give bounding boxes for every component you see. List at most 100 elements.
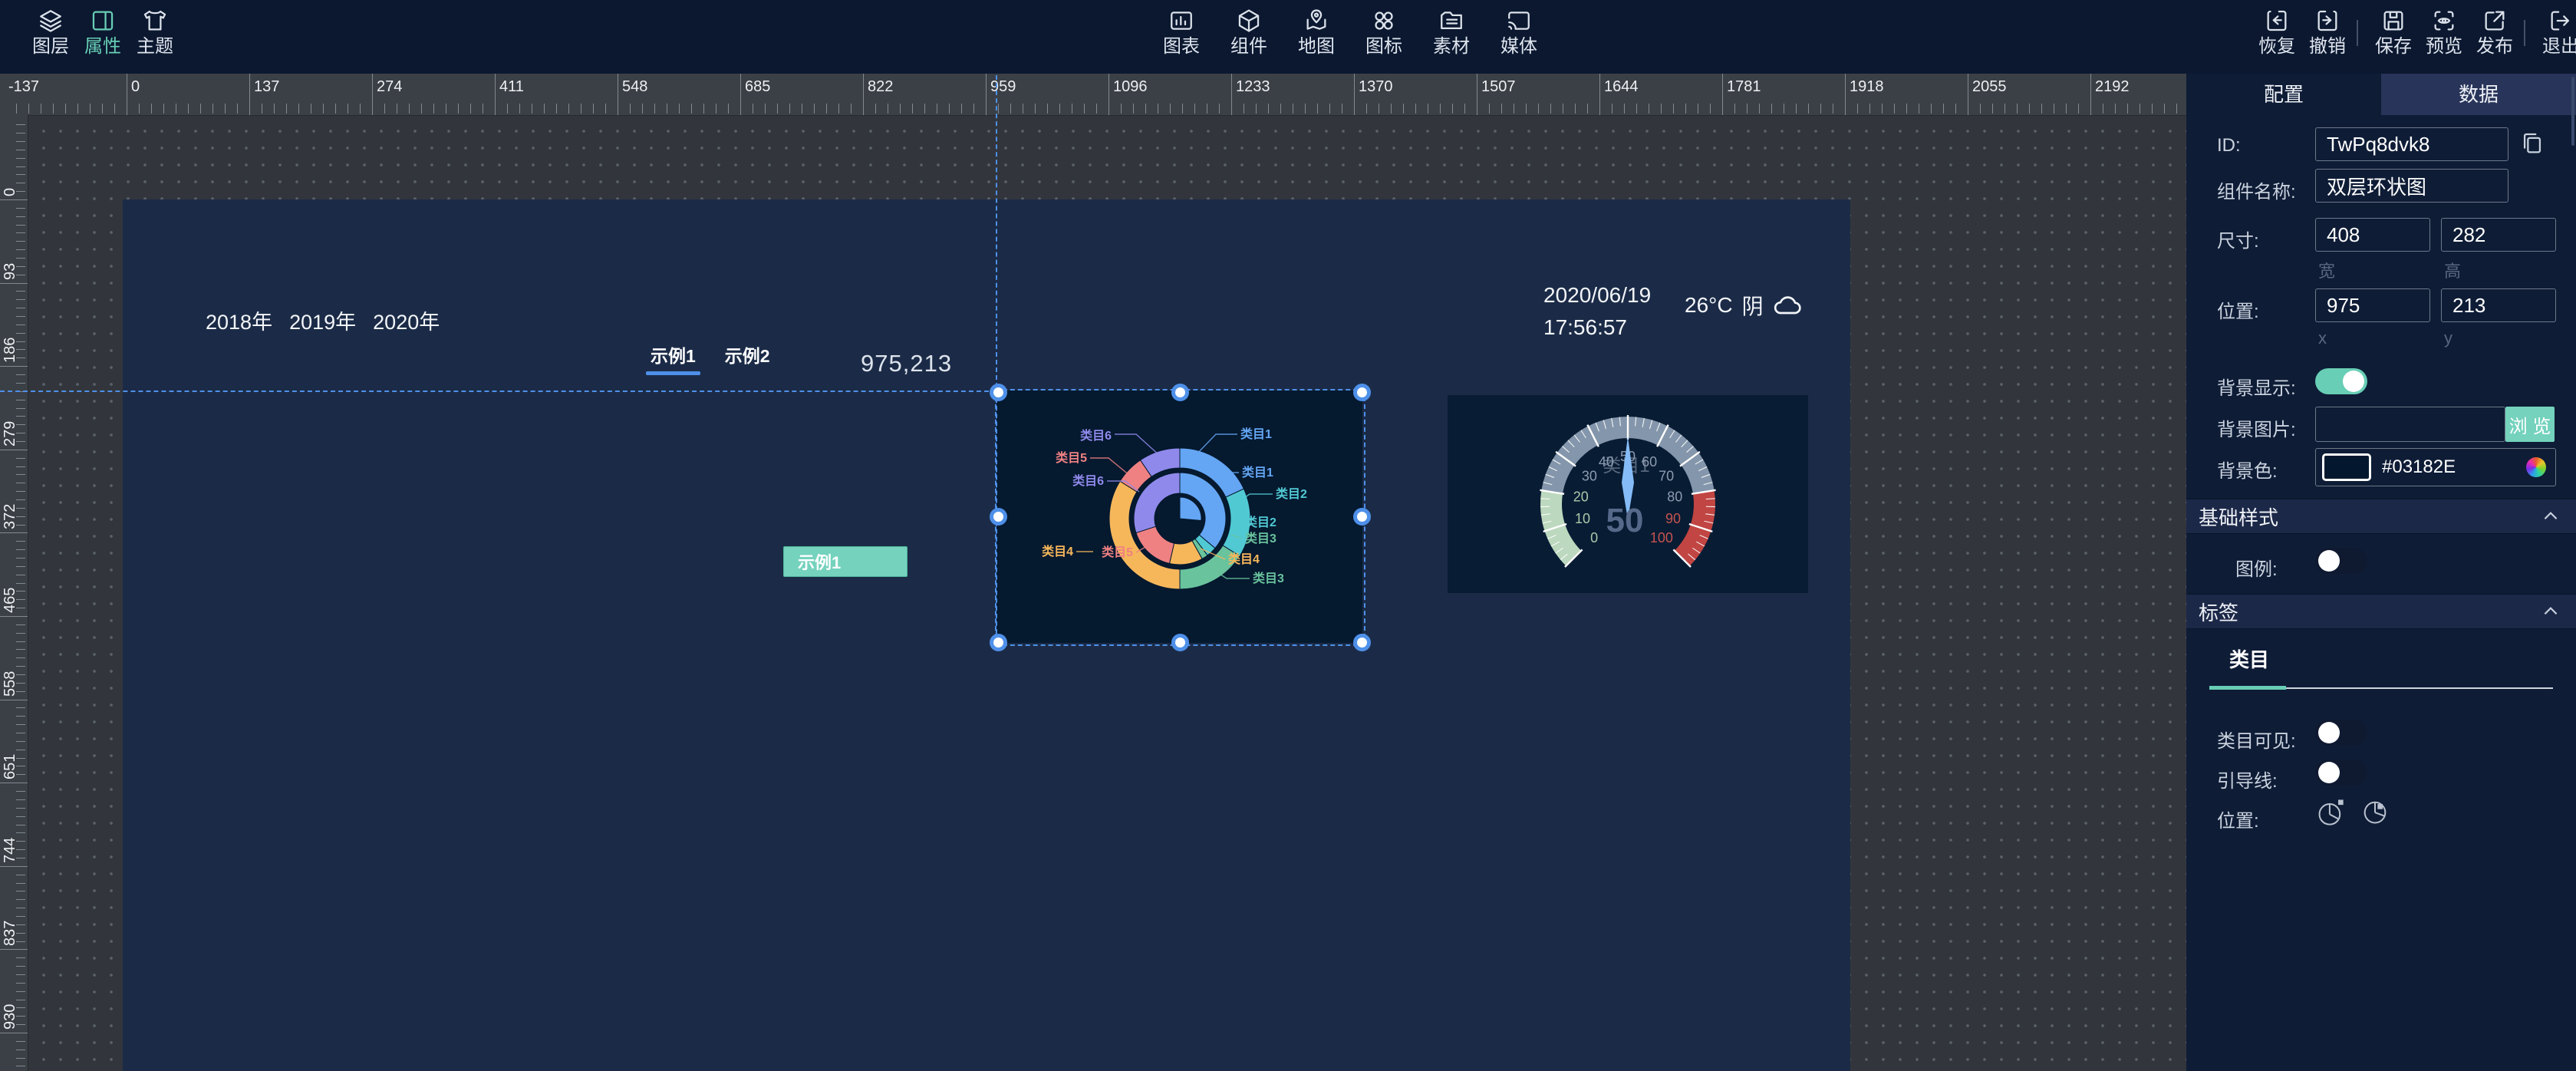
resize-handle-ne[interactable] — [1353, 384, 1371, 401]
ruler-tick — [1599, 74, 1600, 115]
section-tag[interactable]: 标签 — [2186, 594, 2576, 629]
demo-tab-2[interactable]: 示例2 — [725, 341, 770, 375]
ruler-tick — [274, 104, 275, 114]
ruler-tick — [16, 924, 25, 925]
ruler-tick — [16, 141, 25, 142]
weather-widget[interactable]: 26°C 阴 — [1685, 290, 1804, 321]
component-name-input[interactable] — [2315, 169, 2508, 203]
action-publish[interactable]: 发布 — [2462, 8, 2527, 69]
color-hex-value: #03182E — [2382, 456, 2526, 478]
ruler-tick — [16, 641, 25, 642]
save-icon — [2380, 8, 2406, 34]
ruler-tick — [16, 474, 25, 475]
resize-handle-w[interactable] — [990, 508, 1007, 526]
ruler-label: 1781 — [1727, 78, 1761, 96]
position-y-input[interactable] — [2441, 288, 2556, 322]
copy-id-icon[interactable] — [2519, 130, 2545, 157]
tool-media[interactable]: 媒体 — [1487, 8, 1551, 69]
ruler-tick — [16, 649, 25, 650]
ruler-tick — [16, 208, 25, 209]
resize-handle-sw[interactable] — [990, 634, 1007, 651]
id-input[interactable] — [2315, 127, 2508, 161]
action-redo-label: 恢复 — [2258, 37, 2295, 57]
bg-show-toggle[interactable] — [2315, 368, 2367, 394]
properties-panel-icon — [90, 8, 116, 34]
tool-icons[interactable]: 图标 — [1352, 8, 1416, 69]
size-height-input[interactable] — [2441, 218, 2556, 252]
tab-config[interactable]: 配置 — [2186, 74, 2381, 115]
svg-text:30: 30 — [1582, 469, 1597, 484]
label-position-inside-icon[interactable] — [2360, 796, 2390, 827]
tool-theme[interactable]: 主题 — [123, 8, 187, 69]
toolbar-divider — [2357, 20, 2358, 46]
ruler-tick — [16, 591, 25, 592]
section-basic-style[interactable]: 基础样式 — [2186, 499, 2576, 534]
category-subtab[interactable]: 类目 — [2229, 644, 2269, 673]
horizontal-ruler[interactable]: -137013727441154868582295910961233137015… — [0, 74, 2186, 116]
tool-charts[interactable]: 图表 — [1149, 8, 1214, 69]
bg-image-input[interactable] — [2315, 407, 2505, 442]
ruler-tick — [16, 558, 25, 559]
ruler-tick — [544, 104, 545, 114]
position-x-input[interactable] — [2315, 288, 2430, 322]
undo-icon — [2314, 8, 2340, 34]
ruler-tick — [16, 966, 25, 967]
legend-toggle[interactable] — [2315, 548, 2367, 574]
browse-button[interactable]: 浏 览 — [2505, 407, 2555, 442]
ruler-tick — [16, 349, 25, 350]
size-height-sublabel: 高 — [2444, 258, 2461, 282]
ruler-tick — [384, 104, 385, 114]
ruler-tick — [360, 104, 361, 114]
guide-line-toggle[interactable] — [2315, 760, 2367, 786]
panel-scrollbar-thumb[interactable] — [2571, 77, 2574, 146]
ruler-tick — [1722, 74, 1723, 115]
toggle-knob — [2318, 550, 2340, 572]
resize-handle-e[interactable] — [1353, 508, 1371, 526]
color-wheel-icon[interactable] — [2526, 457, 2546, 477]
ruler-tick — [249, 74, 250, 115]
size-width-input[interactable] — [2315, 218, 2430, 252]
ruler-tick — [16, 916, 25, 917]
year-item[interactable]: 2019年 — [289, 305, 356, 335]
tool-charts-label: 图表 — [1163, 37, 1200, 57]
demo-tab-1[interactable]: 示例1 — [651, 341, 696, 375]
ruler-tick — [16, 241, 25, 242]
id-label: ID: — [2217, 135, 2241, 157]
resize-handle-n[interactable] — [1171, 384, 1189, 401]
demo-tabs-widget[interactable]: 示例1 示例2 — [651, 341, 770, 375]
category-visible-toggle[interactable] — [2315, 720, 2367, 746]
tool-map[interactable]: 地图 — [1284, 8, 1349, 69]
chevron-up-icon — [2541, 506, 2561, 526]
ruler-tick — [65, 104, 66, 114]
action-exit[interactable]: 退出 — [2528, 8, 2576, 69]
ruler-tick — [1317, 104, 1318, 114]
tool-components[interactable]: 组件 — [1217, 8, 1281, 69]
year-selector-widget[interactable]: 2018年 2019年 2020年 — [206, 305, 440, 335]
ruler-tick — [1501, 104, 1502, 114]
resize-handle-s[interactable] — [1171, 634, 1189, 651]
color-swatch[interactable] — [2322, 453, 2371, 481]
action-undo[interactable]: 撤销 — [2295, 8, 2360, 69]
resize-handle-nw[interactable] — [990, 384, 1007, 401]
ruler-tick — [16, 683, 25, 684]
year-item[interactable]: 2018年 — [206, 305, 272, 335]
tab-data[interactable]: 数据 — [2381, 74, 2576, 115]
sample-button-widget[interactable]: 示例1 — [783, 546, 908, 577]
ruler-tick — [1182, 104, 1183, 114]
ruler-tick — [1771, 104, 1772, 114]
ruler-tick — [2041, 104, 2042, 114]
ruler-tick — [826, 104, 827, 114]
svg-text:60: 60 — [1642, 454, 1657, 470]
label-position-outside-icon[interactable] — [2315, 796, 2346, 827]
gauge-component[interactable]: 类目1010203040506070809010050 — [1448, 395, 1808, 593]
ruler-tick — [986, 74, 987, 115]
vertical-ruler[interactable]: 093186279372465558651744837930 — [0, 115, 28, 1071]
tool-material[interactable]: 素材 — [1419, 8, 1484, 69]
position-y-sublabel: y — [2444, 328, 2452, 348]
ruler-tick — [16, 583, 25, 584]
year-item[interactable]: 2020年 — [373, 305, 440, 335]
bg-color-field[interactable]: #03182E — [2315, 448, 2556, 486]
datetime-widget[interactable]: 2020/06/19 17:56:57 — [1543, 279, 1651, 344]
resize-handle-se[interactable] — [1353, 634, 1371, 651]
design-canvas[interactable]: 2018年 2019年 2020年 示例1 示例2 975,213 2020/0… — [123, 199, 1850, 1071]
